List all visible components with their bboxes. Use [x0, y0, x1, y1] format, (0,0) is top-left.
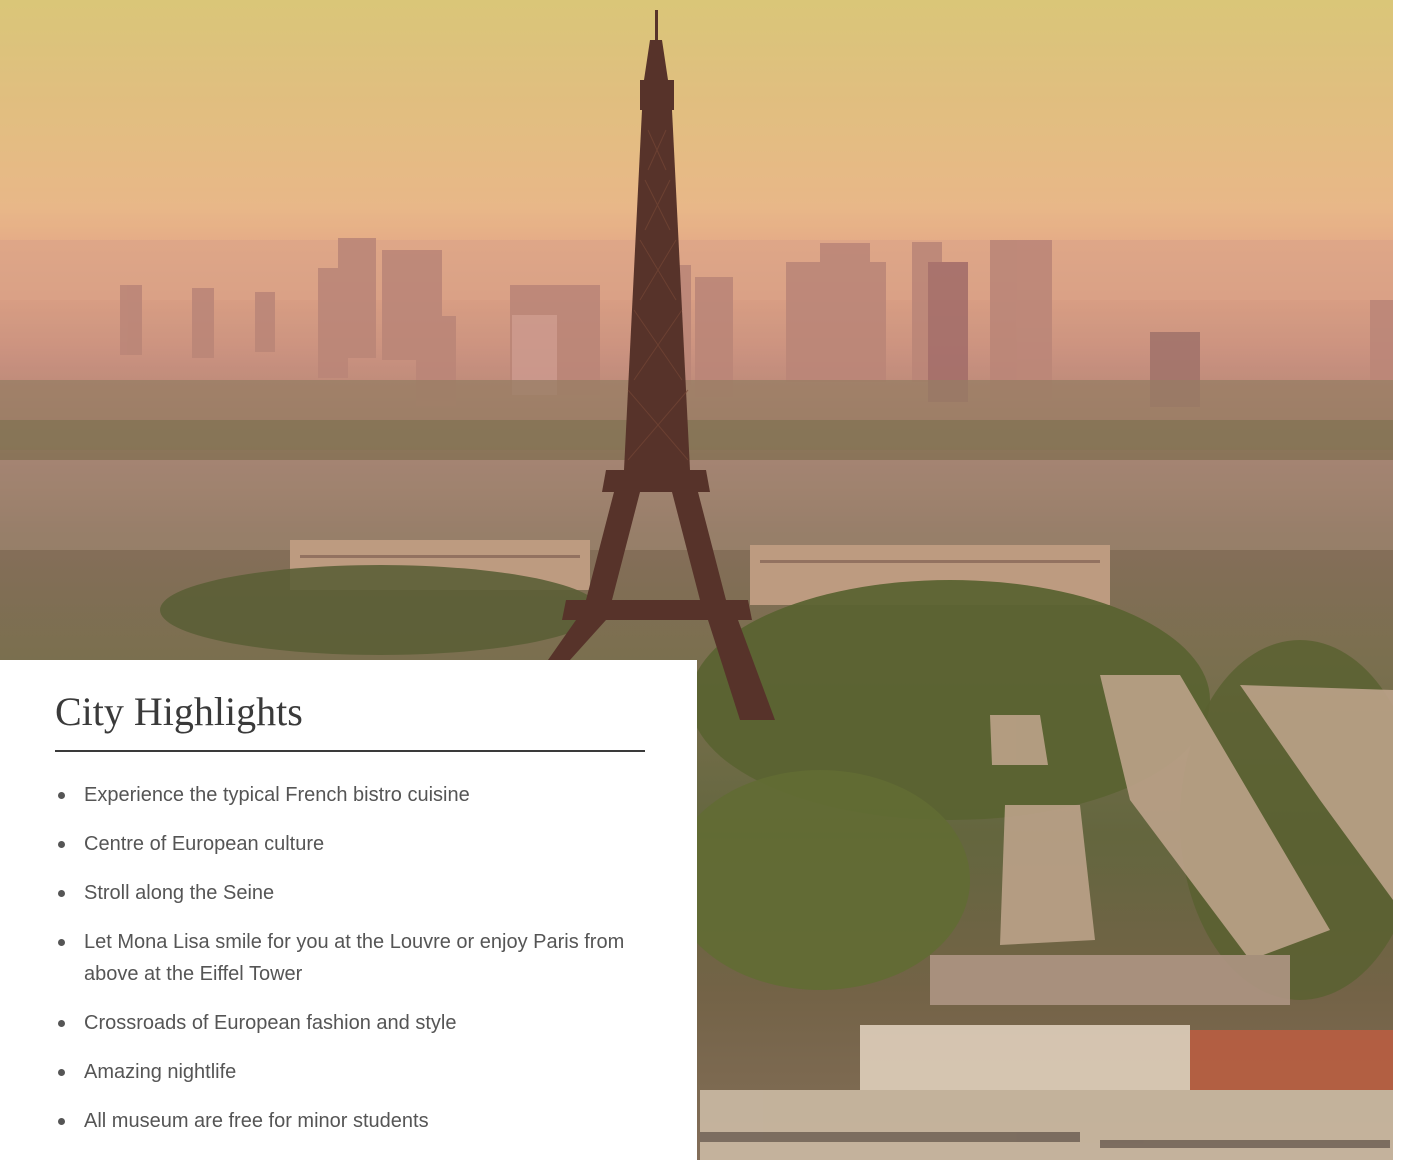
highlight-item: Amazing nightlife	[55, 1056, 645, 1088]
bullet-icon	[58, 939, 65, 946]
highlight-text: Crossroads of European fashion and style	[84, 1012, 457, 1034]
highlight-item: Crossroads of European fashion and style	[55, 1007, 645, 1039]
highlight-item: Centre of European culture	[55, 828, 645, 860]
highlight-text: Amazing nightlife	[84, 1061, 237, 1083]
card-title: City Highlights	[55, 689, 303, 734]
bullet-icon	[58, 792, 65, 799]
highlight-item: Let Mona Lisa smile for you at the Louvr…	[55, 926, 645, 990]
bullet-icon	[58, 1020, 65, 1027]
highlight-item: Experience the typical French bistro cui…	[55, 779, 645, 811]
bullet-icon	[58, 1069, 65, 1076]
bullet-icon	[58, 841, 65, 848]
bullet-icon	[58, 1118, 65, 1125]
page-edge	[1393, 0, 1401, 1160]
highlight-text: All museum are free for minor students	[84, 1110, 429, 1132]
highlight-text: Let Mona Lisa smile for you at the Louvr…	[84, 931, 625, 985]
highlights-list: Experience the typical French bistro cui…	[55, 779, 645, 1154]
highlight-text: Stroll along the Seine	[84, 882, 275, 904]
highlight-text: Experience the typical French bistro cui…	[84, 784, 470, 806]
highlight-text: Centre of European culture	[84, 833, 325, 855]
highlight-item: Stroll along the Seine	[55, 877, 645, 909]
title-divider	[55, 750, 645, 752]
bullet-icon	[58, 890, 65, 897]
highlight-item: All museum are free for minor students	[55, 1105, 645, 1137]
